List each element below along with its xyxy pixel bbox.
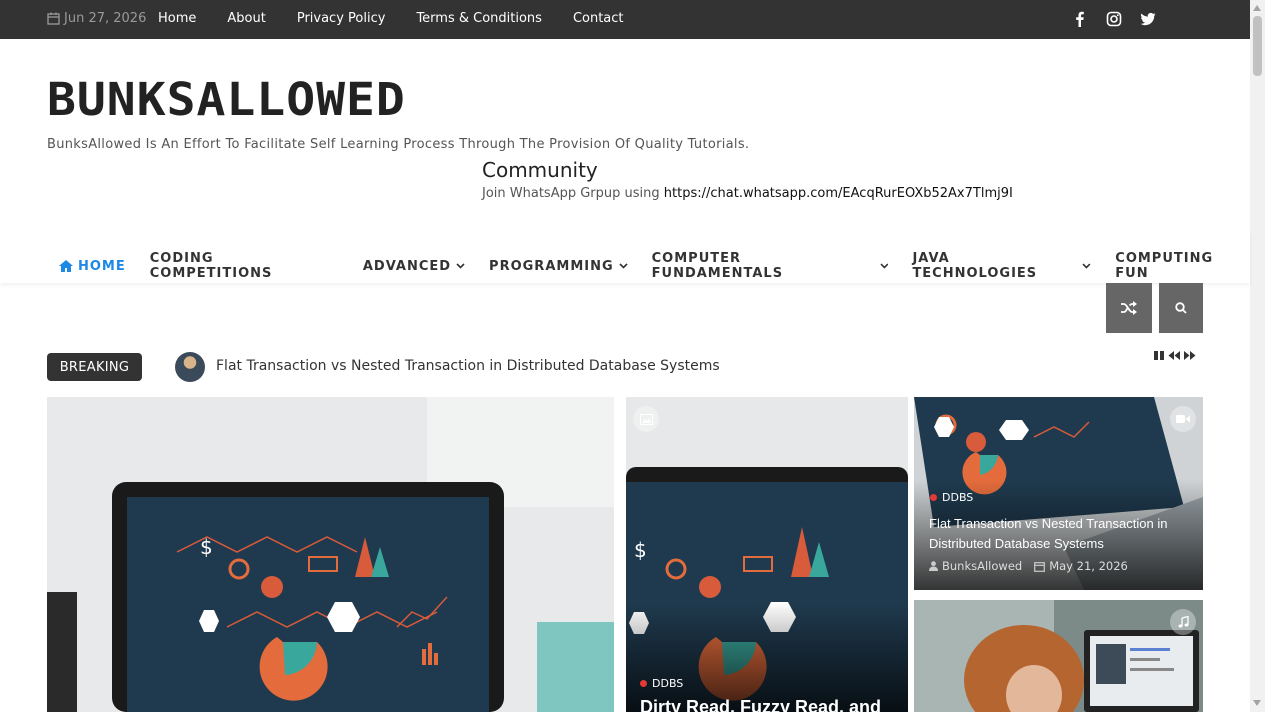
category-label: DDBS: [942, 491, 974, 504]
social-links: [1072, 11, 1156, 27]
svg-text:$: $: [634, 538, 647, 562]
previous-icon[interactable]: [1168, 348, 1181, 362]
date-text: Jun 27, 2026: [64, 11, 147, 26]
community-title: Community: [482, 158, 598, 182]
top-nav-terms[interactable]: Terms & Conditions: [416, 11, 542, 26]
twitter-icon[interactable]: [1140, 11, 1156, 27]
nav-item-advanced[interactable]: ADVANCED: [363, 251, 465, 281]
nav-item-computer-fundamentals[interactable]: COMPUTER FUNDAMENTALS: [652, 251, 889, 281]
whatsapp-link[interactable]: https://chat.whatsapp.com/EAcqRurEOXb52A…: [664, 186, 1013, 201]
search-icon: [1175, 302, 1187, 314]
post-author[interactable]: BunksAllowed: [942, 559, 1022, 573]
nav-item-label: PROGRAMMING: [489, 258, 614, 274]
category-label: DDBS: [652, 677, 684, 690]
scroll-thumb[interactable]: [1253, 16, 1262, 76]
featured-post-right-bottom[interactable]: [914, 600, 1203, 712]
top-nav-about[interactable]: About: [227, 11, 265, 26]
ticker-headline[interactable]: Flat Transaction vs Nested Transaction i…: [216, 358, 720, 374]
chevron-down-icon: [1082, 263, 1091, 269]
facebook-icon[interactable]: [1072, 11, 1088, 27]
whatsapp-prefix: Join WhatsApp Grpup using: [482, 186, 660, 201]
nav-item-label: JAVA TECHNOLOGIES: [912, 251, 1038, 281]
breaking-label: BREAKING: [47, 353, 142, 381]
category-badge[interactable]: DDBS: [930, 491, 973, 504]
category-badge[interactable]: DDBS: [640, 677, 683, 690]
nav-item-computing-fun[interactable]: COMPUTING FUN: [1115, 251, 1250, 281]
page-scrollbar[interactable]: [1250, 0, 1265, 712]
nav-item-java-technologies[interactable]: JAVA TECHNOLOGIES: [912, 251, 1091, 281]
top-nav: Home About Privacy Policy Terms & Condit…: [158, 11, 655, 26]
calendar-icon: [47, 12, 60, 25]
instagram-icon[interactable]: [1106, 11, 1122, 27]
image-format-icon: [633, 406, 659, 432]
nav-item-home[interactable]: HOME: [59, 251, 126, 281]
scroll-up-arrow[interactable]: [1253, 5, 1261, 11]
post-title[interactable]: Dirty Read, Fuzzy Read, and: [640, 697, 881, 712]
main-nav: HOME CODING COMPETITIONS ADVANCED PROGRA…: [0, 232, 1250, 283]
card-gradient: [626, 602, 908, 712]
post-date: May 21, 2026: [1049, 559, 1128, 573]
post-title[interactable]: Flat Transaction vs Nested Transaction i…: [929, 514, 1194, 554]
featured-post-large[interactable]: $: [47, 397, 614, 712]
audio-format-icon: [1170, 609, 1196, 635]
video-format-icon: [1170, 406, 1196, 432]
pause-icon[interactable]: [1153, 348, 1166, 362]
chevron-down-icon: [880, 263, 889, 269]
nav-item-programming[interactable]: PROGRAMMING: [489, 251, 628, 281]
next-icon[interactable]: [1183, 348, 1196, 362]
category-dot: [930, 494, 937, 501]
post-meta: BunksAllowed May 21, 2026: [929, 559, 1128, 573]
calendar-icon: [1034, 561, 1046, 572]
nav-item-coding-competitions[interactable]: CODING COMPETITIONS: [150, 251, 339, 281]
nav-item-label: ADVANCED: [362, 258, 452, 274]
ticker-thumbnail[interactable]: [175, 352, 205, 382]
date-display: Jun 27, 2026: [47, 11, 146, 26]
nav-item-label: COMPUTER FUNDAMENTALS: [651, 251, 784, 281]
scroll-down-arrow[interactable]: [1253, 700, 1261, 706]
top-nav-home[interactable]: Home: [158, 11, 196, 26]
top-nav-contact[interactable]: Contact: [573, 11, 624, 26]
whatsapp-invite: Join WhatsApp Grpup using https://chat.w…: [482, 186, 1013, 201]
search-button[interactable]: [1159, 283, 1203, 333]
nav-item-label: HOME: [78, 258, 126, 274]
nav-item-label: CODING COMPETITIONS: [149, 251, 273, 281]
nav-item-label: COMPUTING FUN: [1115, 251, 1214, 281]
featured-post-middle[interactable]: $ DDBS Dirty Read, Fuzzy Read, and: [626, 397, 908, 712]
random-post-button[interactable]: [1106, 283, 1152, 333]
top-nav-privacy[interactable]: Privacy Policy: [297, 11, 386, 26]
chevron-down-icon: [456, 263, 465, 269]
user-icon: [929, 561, 938, 571]
site-logo[interactable]: BUNKSALLOWED: [47, 73, 406, 126]
top-bar: Jun 27, 2026 Home About Privacy Policy T…: [0, 0, 1250, 39]
svg-text:$: $: [200, 535, 213, 559]
featured-post-right-top[interactable]: DDBS Flat Transaction vs Nested Transact…: [914, 397, 1203, 590]
laptop-finance-image: $: [47, 397, 614, 712]
woman-at-computer-image: [914, 600, 1203, 712]
chevron-down-icon: [619, 263, 628, 269]
ticker-controls: [1153, 348, 1196, 362]
shuffle-icon: [1121, 301, 1137, 315]
site-tagline: BunksAllowed Is An Effort To Facilitate …: [47, 137, 750, 152]
home-icon: [59, 260, 73, 272]
category-dot: [640, 680, 647, 687]
